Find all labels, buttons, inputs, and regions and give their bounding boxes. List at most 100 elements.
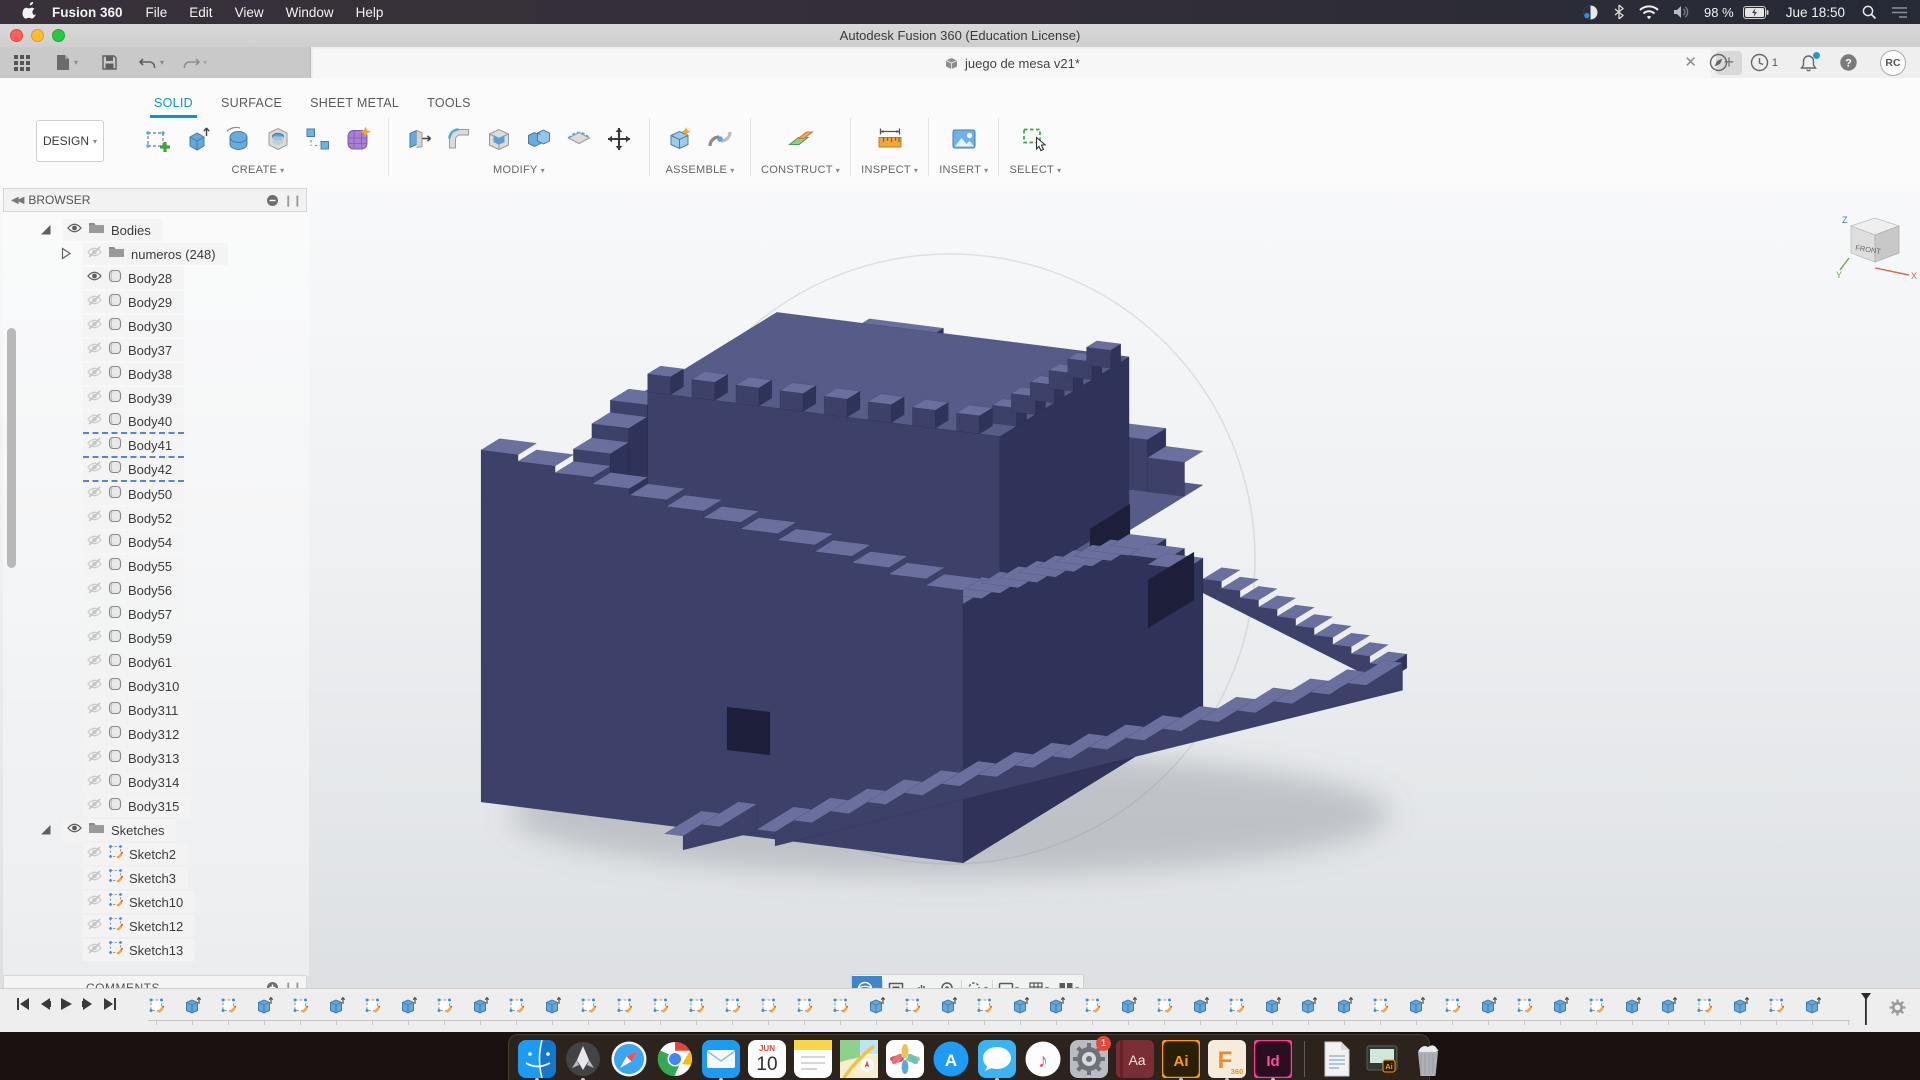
timeline-feature-24-sketch[interactable] [976, 996, 994, 1016]
timeline-feature-46-sketch[interactable] [1768, 996, 1786, 1016]
timeline-track[interactable] [148, 994, 1850, 1028]
visibility-toggle[interactable] [87, 941, 102, 959]
ribbon-group-label-insert[interactable]: INSERT ▾ [939, 164, 988, 176]
timeline-play-button[interactable] [60, 997, 73, 1011]
collapse-panel-icon[interactable]: ◀◀ [11, 195, 24, 206]
move-copy-button[interactable] [602, 122, 636, 156]
tree-row-body30[interactable]: Body30 [3, 314, 307, 338]
dock-item-finder[interactable] [517, 1039, 557, 1080]
menu-app-name[interactable]: Fusion 360 [52, 5, 123, 20]
browser-scrollbar-thumb[interactable] [7, 328, 16, 568]
combine-button[interactable] [522, 122, 556, 156]
timeline-feature-21-extrude[interactable] [868, 996, 886, 1016]
press-pull-button[interactable] [402, 122, 436, 156]
timeline-go-start-button[interactable] [16, 997, 30, 1011]
wifi-icon[interactable] [1639, 4, 1659, 20]
timeline-feature-2-extrude[interactable] [184, 996, 202, 1016]
visibility-toggle[interactable] [87, 677, 102, 695]
dock-item-maps[interactable] [839, 1039, 879, 1079]
create-sketch-button[interactable] [141, 122, 175, 156]
tree-row-body41[interactable]: Body41 [3, 434, 307, 458]
timeline-feature-42-extrude[interactable] [1624, 996, 1642, 1016]
insert-image-button[interactable] [947, 122, 981, 156]
timeline-feature-10-extrude[interactable] [472, 996, 490, 1016]
user-avatar[interactable]: RC [1880, 49, 1906, 76]
dock-item-document-file[interactable] [1316, 1039, 1356, 1079]
apple-menu-icon[interactable] [14, 1, 44, 22]
create-form-button[interactable] [341, 122, 375, 156]
new-component-button[interactable] [663, 122, 697, 156]
visibility-toggle[interactable] [87, 509, 102, 527]
menu-item-help[interactable]: Help [345, 5, 395, 20]
select-button[interactable] [1018, 122, 1052, 156]
notifications-bell-icon[interactable] [1800, 51, 1820, 72]
visibility-toggle[interactable] [67, 221, 82, 239]
display-toggle-icon[interactable] [1582, 4, 1599, 21]
tree-row-body54[interactable]: Body54 [3, 530, 307, 554]
expand-closed-icon[interactable] [59, 247, 72, 260]
timeline-settings-gear-icon[interactable] [1889, 999, 1906, 1016]
timeline-feature-16-sketch[interactable] [688, 996, 706, 1016]
menu-item-view[interactable]: View [224, 5, 275, 20]
visibility-toggle[interactable] [87, 653, 102, 671]
dock-item-music[interactable]: ♪ [1023, 1039, 1063, 1079]
timeline-go-end-button[interactable] [103, 997, 117, 1011]
visibility-toggle[interactable] [87, 701, 102, 719]
timeline-feature-11-sketch[interactable] [508, 996, 526, 1016]
dock-item-app-store[interactable]: A [931, 1039, 971, 1079]
tree-row-body55[interactable]: Body55 [3, 554, 307, 578]
timeline-feature-13-sketch[interactable] [580, 996, 598, 1016]
timeline-feature-41-sketch[interactable] [1588, 996, 1606, 1016]
timeline-feature-33-extrude[interactable] [1300, 996, 1318, 1016]
timeline-position-marker[interactable] [1860, 991, 1872, 1027]
tree-row-body59[interactable]: Body59 [3, 626, 307, 650]
tree-row-body42[interactable]: Body42 [3, 458, 307, 482]
shell-button[interactable] [482, 122, 516, 156]
tree-row-body311[interactable]: Body311 [3, 698, 307, 722]
tree-row-sketch12[interactable]: Sketch12 [3, 914, 307, 938]
dock-item-safari[interactable] [609, 1039, 649, 1079]
job-status-icon[interactable]: 1 [1750, 53, 1778, 72]
timeline-step-forward-button[interactable] [82, 997, 94, 1011]
fillet-button[interactable] [442, 122, 476, 156]
file-menu-button[interactable]: ▾ [56, 54, 78, 71]
construction-plane-button[interactable] [784, 122, 818, 156]
timeline-feature-22-sketch[interactable] [904, 996, 922, 1016]
visibility-toggle[interactable] [87, 773, 102, 791]
dock-item-system-preferences[interactable]: 1 [1069, 1036, 1111, 1079]
tree-row-body57[interactable]: Body57 [3, 602, 307, 626]
visibility-toggle[interactable] [87, 485, 102, 503]
joint-button[interactable] [703, 122, 737, 156]
dock-item-fusion-360[interactable]: F 360 [1207, 1039, 1247, 1080]
spotlight-search-icon[interactable] [1862, 5, 1877, 20]
revolve-button[interactable] [221, 122, 255, 156]
timeline-feature-32-extrude[interactable] [1264, 996, 1282, 1016]
dock-item-notes[interactable] [793, 1039, 833, 1079]
visibility-toggle[interactable] [87, 869, 102, 887]
visibility-toggle[interactable] [87, 749, 102, 767]
timeline-feature-19-sketch[interactable] [796, 996, 814, 1016]
browser-header[interactable]: ◀◀ BROWSER ❙❙ [3, 188, 307, 212]
timeline-feature-15-sketch[interactable] [652, 996, 670, 1016]
timeline-feature-38-extrude[interactable] [1480, 996, 1498, 1016]
close-tab-icon[interactable]: ✕ [1684, 55, 1697, 70]
dock-item-launchpad[interactable] [563, 1039, 603, 1080]
visibility-toggle[interactable] [67, 821, 82, 839]
timeline-feature-28-extrude[interactable] [1120, 996, 1138, 1016]
timeline-feature-25-extrude[interactable] [1012, 996, 1030, 1016]
visibility-toggle[interactable] [87, 245, 102, 263]
viewport-3d[interactable]: FRONT X Y Z ◀◀ BROWSER ❙❙ Bodies numeros … [0, 184, 1920, 1012]
timeline-feature-12-extrude[interactable] [544, 996, 562, 1016]
dock-item-indesign[interactable]: Id [1253, 1039, 1293, 1080]
ribbon-group-label-construct[interactable]: CONSTRUCT ▾ [761, 164, 840, 176]
timeline-feature-45-extrude[interactable] [1732, 996, 1750, 1016]
timeline-feature-20-sketch[interactable] [832, 996, 850, 1016]
timeline-step-back-button[interactable] [39, 997, 51, 1011]
tree-row-body39[interactable]: Body39 [3, 386, 307, 410]
tree-row-body61[interactable]: Body61 [3, 650, 307, 674]
web-home-icon[interactable] [1709, 53, 1728, 72]
tree-row-sketch10[interactable]: Sketch10 [3, 890, 307, 914]
browser-scrollbar[interactable] [7, 220, 16, 970]
visibility-toggle[interactable] [87, 365, 102, 383]
visibility-toggle[interactable] [87, 629, 102, 647]
